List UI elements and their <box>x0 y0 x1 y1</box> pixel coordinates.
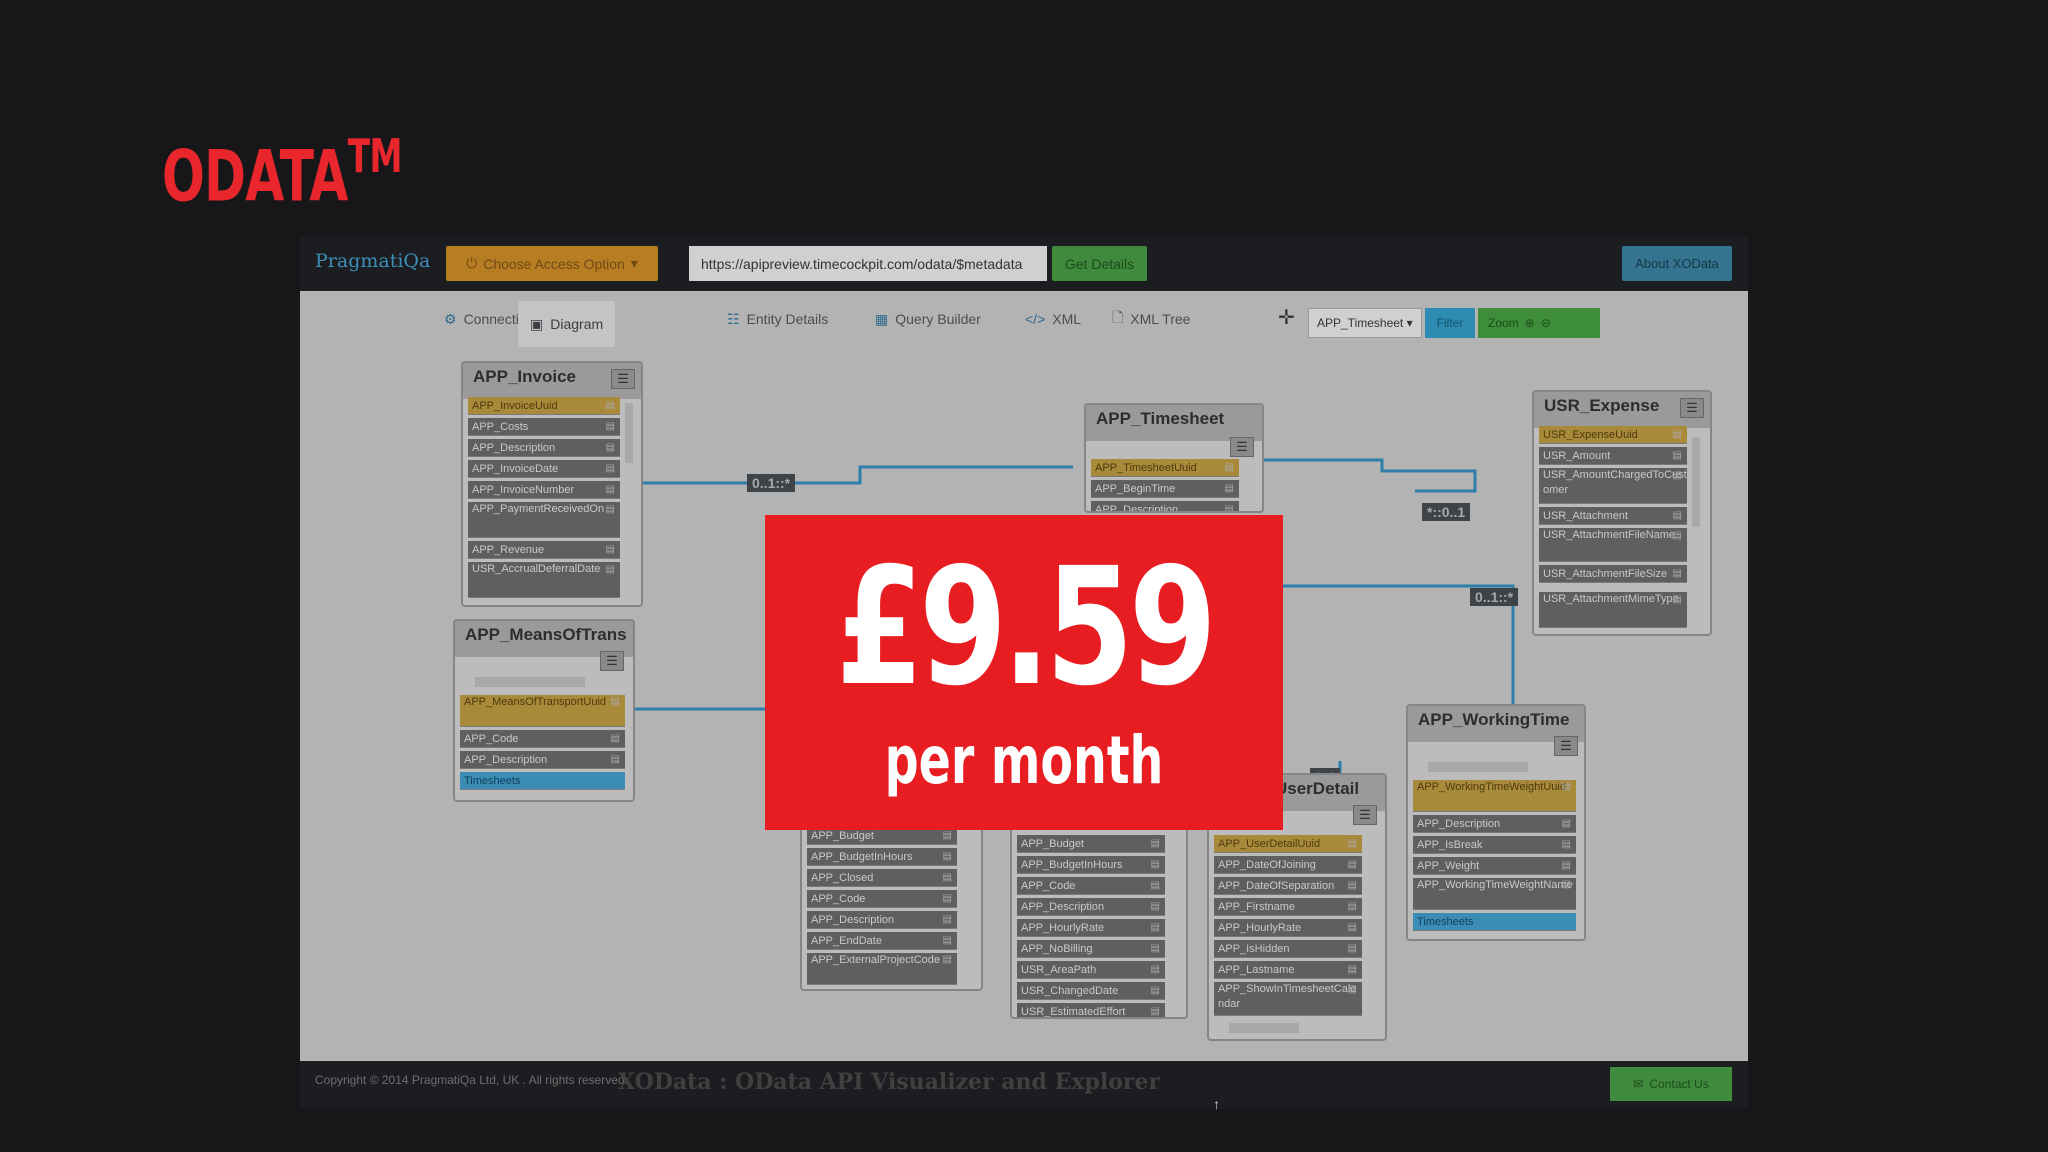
entity-field[interactable]: APP_Budget <box>1017 835 1165 853</box>
entity-field[interactable]: APP_Code <box>1017 877 1165 895</box>
entity-field-key[interactable]: APP_InvoiceUuid <box>468 397 620 415</box>
entity-field-key[interactable]: USR_ExpenseUuid <box>1539 426 1687 444</box>
scrollbar[interactable] <box>1428 762 1528 772</box>
entity-field[interactable]: APP_BudgetInHours <box>807 848 957 866</box>
entity-field[interactable]: APP_EndDate <box>807 932 957 950</box>
copyright-text: Copyright © 2014 PragmatiQa Ltd, UK . Al… <box>315 1073 628 1087</box>
entity-field[interactable]: APP_Description <box>468 439 620 457</box>
entity-field[interactable]: APP_InvoiceDate <box>468 460 620 478</box>
entity-field[interactable]: APP_Description <box>1413 815 1576 833</box>
relation-expense-timesheet <box>1255 458 1477 493</box>
entity-field[interactable]: USR_AreaPath <box>1017 961 1165 979</box>
entity-field[interactable]: APP_Description <box>807 911 957 929</box>
entity-field[interactable]: APP_HourlyRate <box>1214 919 1362 937</box>
price-period: per month <box>884 722 1164 799</box>
entity-field[interactable]: APP_Description <box>1017 898 1165 916</box>
entity-field[interactable]: APP_Lastname <box>1214 961 1362 979</box>
entity-field[interactable]: APP_WorkingTimeWeightName <box>1413 878 1576 910</box>
entity-app-invoice[interactable]: APP_Invoice ☰ APP_InvoiceUuid APP_Costs … <box>461 361 643 607</box>
list-icon[interactable]: ☰ <box>1230 437 1254 457</box>
list-icon[interactable]: ☰ <box>1554 736 1578 756</box>
list-icon[interactable]: ☰ <box>600 651 624 671</box>
entity-field-key[interactable]: APP_TimesheetUuid <box>1091 459 1239 477</box>
entity-field[interactable]: USR_AmountChargedToCustomer <box>1539 468 1687 504</box>
entity-field-key[interactable]: APP_WorkingTimeWeightUuid <box>1413 780 1576 812</box>
entity-field[interactable]: USR_EstimatedEffort <box>1017 1003 1165 1017</box>
entity-field[interactable]: USR_Attachment <box>1539 507 1687 525</box>
entity-field[interactable]: APP_IsHidden <box>1214 940 1362 958</box>
entity-field[interactable]: APP_ExternalProjectCode <box>807 953 957 985</box>
multiplicity-label: *::0..1 <box>1422 503 1471 521</box>
entity-field[interactable]: APP_DateOfJoining <box>1214 856 1362 874</box>
entity-field[interactable]: APP_HourlyRate <box>1017 919 1165 937</box>
top-navbar: PragmatiQa ⏻ Choose Access Option ▾ Get … <box>300 237 1748 291</box>
entity-field[interactable]: APP_Closed <box>807 869 957 887</box>
about-button[interactable]: About XOData <box>1622 246 1732 281</box>
entity-app-working-time[interactable]: APP_WorkingTime ☰ APP_WorkingTimeWeightU… <box>1406 704 1586 941</box>
entity-field[interactable]: USR_Amount <box>1539 447 1687 465</box>
mail-icon: ✉ <box>1633 1077 1644 1091</box>
entity-field[interactable]: APP_Weight <box>1413 857 1576 875</box>
caret-down-icon: ▾ <box>630 255 638 271</box>
entity-field[interactable]: APP_Description <box>1091 501 1239 511</box>
mouse-cursor-icon: ↑ <box>1213 1096 1220 1112</box>
entity-field[interactable]: USR_AttachmentFileSize <box>1539 565 1687 583</box>
entity-field[interactable]: APP_Code <box>807 890 957 908</box>
app-logo[interactable]: PragmatiQa <box>315 250 430 272</box>
entity-field[interactable]: APP_Revenue <box>468 541 620 559</box>
scrollbar[interactable] <box>1229 1023 1299 1033</box>
brand-title: ODATATM <box>162 129 403 218</box>
metadata-url-input[interactable] <box>689 246 1047 281</box>
scrollbar[interactable] <box>475 677 585 687</box>
entity-field[interactable]: APP_Firstname <box>1214 898 1362 916</box>
contact-us-button[interactable]: ✉ Contact Us <box>1610 1067 1732 1101</box>
entity-field-key[interactable]: APP_UserDetailUuid <box>1214 835 1362 853</box>
get-details-button[interactable]: Get Details <box>1052 246 1147 281</box>
entity-field[interactable]: APP_Code <box>460 730 625 748</box>
list-icon[interactable]: ☰ <box>611 369 635 389</box>
entity-nav-field[interactable]: Timesheets <box>1413 913 1576 931</box>
entity-field[interactable]: APP_InvoiceNumber <box>468 481 620 499</box>
entity-title: APP_Timesheet <box>1086 405 1262 441</box>
entity-app-means-of-transport[interactable]: APP_MeansOfTrans ☰ APP_MeansOfTransportU… <box>453 619 635 802</box>
entity-field[interactable]: APP_Description <box>460 751 625 769</box>
choose-access-button[interactable]: ⏻ Choose Access Option ▾ <box>446 246 658 281</box>
entity-field[interactable]: APP_BudgetInHours <box>1017 856 1165 874</box>
entity-field[interactable]: USR_AccrualDeferralDate <box>468 562 620 598</box>
entity-field[interactable]: APP_DateOfSeparation <box>1214 877 1362 895</box>
scrollbar[interactable] <box>625 403 633 463</box>
multiplicity-label: 0..1::* <box>747 474 796 492</box>
footer-title: XOData : OData API Visualizer and Explor… <box>618 1069 1161 1095</box>
price-banner: £9.59 per month <box>765 515 1283 830</box>
scrollbar[interactable] <box>1692 437 1700 527</box>
entity-field[interactable]: APP_PaymentReceivedOn <box>468 502 620 538</box>
entity-field[interactable]: USR_ChangedDate <box>1017 982 1165 1000</box>
entity-field[interactable]: APP_ShowInTimesheetCalendar <box>1214 982 1362 1016</box>
trademark-mark: TM <box>347 129 403 183</box>
entity-field[interactable]: APP_BeginTime <box>1091 480 1239 498</box>
entity-field[interactable]: APP_IsBreak <box>1413 836 1576 854</box>
price-amount: £9.59 <box>835 534 1217 722</box>
entity-field-key[interactable]: APP_MeansOfTransportUuid <box>460 695 625 727</box>
entity-app-timesheet[interactable]: APP_Timesheet ☰ APP_TimesheetUuid APP_Be… <box>1084 403 1264 513</box>
power-icon: ⏻ <box>466 255 478 271</box>
list-icon[interactable]: ☰ <box>1680 398 1704 418</box>
entity-field[interactable]: USR_AttachmentFileName <box>1539 528 1687 562</box>
entity-field[interactable]: USR_AttachmentMimeType <box>1539 592 1687 628</box>
entity-field[interactable]: APP_NoBilling <box>1017 940 1165 958</box>
entity-nav-field[interactable]: Timesheets <box>460 772 625 790</box>
entity-usr-expense[interactable]: USR_Expense ☰ USR_ExpenseUuid USR_Amount… <box>1532 390 1712 636</box>
multiplicity-label: 0..1::* <box>1470 588 1519 606</box>
list-icon[interactable]: ☰ <box>1353 805 1377 825</box>
relation-invoice-timesheet <box>640 465 1073 485</box>
entity-field[interactable]: APP_Costs <box>468 418 620 436</box>
footer: Copyright © 2014 PragmatiQa Ltd, UK . Al… <box>300 1061 1748 1109</box>
